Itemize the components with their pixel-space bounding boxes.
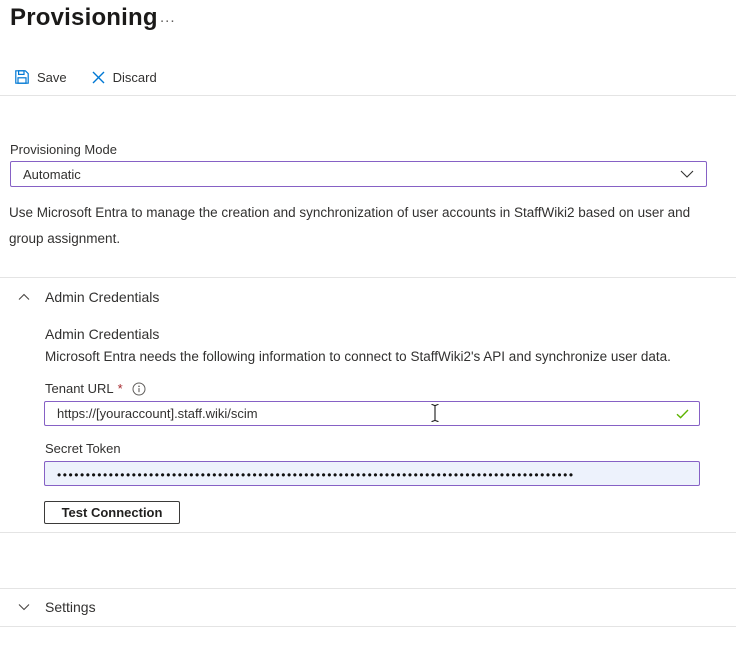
provisioning-description: Use Microsoft Entra to manage the creati… bbox=[9, 200, 711, 252]
provisioning-mode-label: Provisioning Mode bbox=[10, 142, 117, 157]
admin-credentials-section-header[interactable]: Admin Credentials bbox=[18, 289, 159, 305]
settings-section-label: Settings bbox=[45, 599, 96, 615]
command-bar: Save Discard bbox=[14, 66, 157, 88]
settings-top-divider bbox=[0, 588, 736, 589]
provisioning-mode-dropdown[interactable]: Automatic bbox=[10, 161, 707, 187]
admin-credentials-subheading: Admin Credentials bbox=[45, 326, 159, 342]
more-options-button[interactable]: ... bbox=[160, 8, 176, 28]
secret-token-input[interactable]: ••••••••••••••••••••••••••••••••••••••••… bbox=[44, 461, 700, 486]
valid-check-icon bbox=[676, 409, 689, 419]
toolbar-divider bbox=[0, 95, 736, 96]
provisioning-mode-selected-value: Automatic bbox=[23, 167, 680, 182]
page-title: Provisioning bbox=[10, 4, 158, 32]
info-icon[interactable] bbox=[132, 382, 146, 396]
chevron-down-icon bbox=[680, 170, 694, 178]
chevron-up-icon bbox=[18, 293, 30, 301]
admin-credentials-bottom-divider bbox=[0, 532, 736, 533]
discard-button[interactable]: Discard bbox=[91, 70, 157, 85]
save-button-label: Save bbox=[37, 70, 67, 85]
secret-token-masked-value: ••••••••••••••••••••••••••••••••••••••••… bbox=[57, 468, 689, 482]
tenant-url-input[interactable]: https://[youraccount].staff.wiki/scim bbox=[44, 401, 700, 426]
discard-button-label: Discard bbox=[113, 70, 157, 85]
settings-bottom-divider bbox=[0, 626, 736, 627]
save-button[interactable]: Save bbox=[14, 69, 67, 85]
test-connection-button[interactable]: Test Connection bbox=[44, 501, 180, 524]
admin-credentials-description: Microsoft Entra needs the following info… bbox=[45, 349, 671, 364]
settings-section-header[interactable]: Settings bbox=[18, 599, 96, 615]
discard-x-icon bbox=[91, 70, 106, 85]
tenant-url-label: Tenant URL bbox=[45, 381, 114, 396]
tenant-url-value: https://[youraccount].staff.wiki/scim bbox=[57, 406, 676, 421]
required-asterisk: * bbox=[118, 381, 123, 396]
chevron-down-icon bbox=[18, 603, 30, 611]
admin-credentials-section-label: Admin Credentials bbox=[45, 289, 159, 305]
save-icon bbox=[14, 69, 30, 85]
section-divider-top bbox=[0, 277, 736, 278]
secret-token-label: Secret Token bbox=[45, 441, 121, 456]
tenant-url-label-row: Tenant URL * bbox=[45, 381, 146, 396]
